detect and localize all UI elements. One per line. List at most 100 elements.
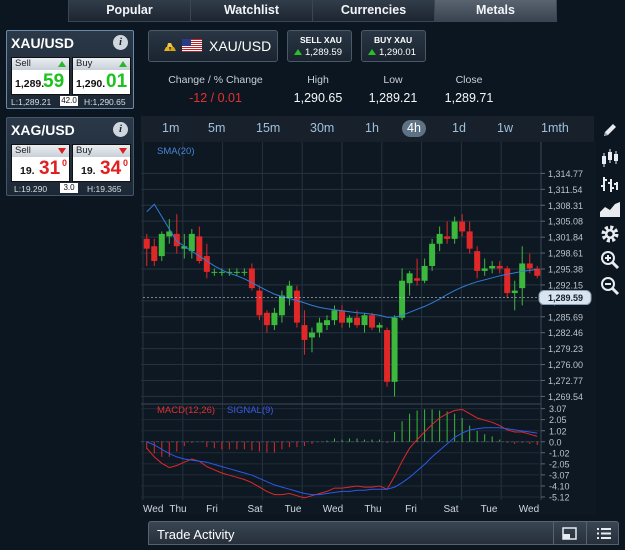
candle-body [399, 280, 406, 318]
ohlc-bars-icon[interactable] [598, 173, 622, 195]
instrument-card-xau-usd[interactable]: XAU/USD i Sell 1,289. 59 Buy 1,290. 01 L… [6, 30, 134, 109]
candle-body [293, 290, 300, 323]
price-tick-label: 1,272.77 [548, 376, 583, 386]
settings-gear-icon[interactable] [598, 223, 622, 245]
x-axis-label: Thu [364, 504, 381, 515]
macd-tick-label: -2.05 [549, 459, 570, 469]
candle-body [459, 221, 466, 232]
price-down-icon [119, 148, 127, 154]
day-low: L:1,289.21 [11, 97, 52, 107]
change-label: Change / % Change [168, 74, 263, 86]
x-axis-label: Fri [405, 504, 417, 515]
us-flag-icon [182, 39, 202, 52]
candle-body [316, 322, 323, 333]
spread-value: 3.0 [60, 183, 78, 193]
buy-price-small: 19. [81, 165, 96, 177]
x-axis-label: Thu [169, 504, 186, 515]
sell-xau-button[interactable]: SELL XAU 1,289.59 [287, 30, 352, 62]
buy-button-title: BUY XAU [374, 35, 413, 45]
price-tick-label: 1,282.46 [548, 328, 583, 338]
timeframe-30m[interactable]: 30m [310, 121, 334, 135]
candle-body [278, 295, 285, 316]
price-tick-label: 1,305.08 [548, 217, 583, 227]
candle-body [526, 263, 533, 269]
sma-label: SMA(20) [157, 146, 194, 157]
timeframe-1w[interactable]: 1w [497, 121, 513, 135]
candle-body [451, 221, 458, 239]
candle-body [429, 243, 436, 266]
tab-metals[interactable]: Metals [435, 0, 556, 21]
macd-tick-label: -4.10 [549, 481, 570, 491]
candle-body [496, 265, 503, 269]
tab-watchlist[interactable]: Watchlist [191, 0, 313, 21]
macd-tick-label: 3.07 [549, 404, 567, 414]
candle-body [339, 310, 345, 323]
symbol-selector[interactable]: XAU/USD [148, 30, 278, 62]
macd-tick-label: -3.07 [549, 470, 570, 480]
macd-tick-label: 2.05 [549, 415, 567, 425]
sell-price-box[interactable]: Sell 1,289. 59 [11, 57, 70, 95]
pencil-icon[interactable] [598, 119, 622, 141]
buy-price-box[interactable]: Buy 19. 34 0 [72, 144, 131, 182]
x-axis-label: Wed [519, 504, 539, 515]
candlestick-icon[interactable] [598, 147, 622, 169]
candle-body [233, 271, 240, 273]
macd-tick-label: 0.0 [549, 437, 562, 447]
candle-body [211, 271, 218, 273]
day-high: H:19.365 [87, 184, 122, 194]
candle-body [376, 325, 383, 328]
buy-price-big: 34 [100, 158, 122, 179]
instrument-name: XAG/USD [11, 122, 75, 138]
sell-price-pipette: 0 [62, 158, 68, 168]
x-axis-label: Sat [247, 504, 262, 515]
candle-body [188, 233, 195, 252]
timeframe-bar: 1m 5m 15m 30m 1h 4h 1d 1w 1mth [141, 116, 594, 142]
instrument-card-xag-usd[interactable]: XAG/USD i Sell 19. 31 0 Buy 19. 34 0 L:1… [6, 117, 134, 196]
candle-body [301, 325, 308, 340]
info-icon[interactable]: i [113, 122, 128, 137]
buy-price-big: 01 [106, 71, 128, 92]
sell-button-title: SELL XAU [300, 35, 342, 45]
sell-label: Sell [15, 145, 31, 156]
timeframe-1m[interactable]: 1m [162, 121, 179, 135]
list-menu-icon[interactable] [586, 522, 619, 545]
candle-body [466, 231, 473, 249]
tab-popular[interactable]: Popular [69, 0, 191, 21]
macd-label: MACD(12,26) [157, 405, 215, 416]
buy-xau-button[interactable]: BUY XAU 1,290.01 [361, 30, 426, 62]
timeframe-5m[interactable]: 5m [208, 121, 225, 135]
high-label: High [307, 74, 329, 86]
price-chart[interactable]: 1,314.77 1,311.54 1,308.31 1,305.08 1,301.84… [141, 142, 596, 515]
symbol-name: XAU/USD [209, 38, 272, 54]
timeframe-1d[interactable]: 1d [452, 121, 466, 135]
day-high: H:1,290.65 [84, 97, 126, 107]
area-chart-icon[interactable] [598, 198, 622, 220]
candle-body [436, 233, 443, 244]
timeframe-4h[interactable]: 4h [402, 120, 426, 137]
candle-body [263, 312, 270, 326]
tab-currencies[interactable]: Currencies [313, 0, 435, 21]
candle-body [241, 271, 248, 273]
timeframe-1h[interactable]: 1h [365, 121, 379, 135]
candle-body [444, 236, 451, 239]
buy-label: Buy [76, 145, 93, 156]
sell-price-small: 1,289. [15, 78, 45, 90]
low-label: Low [383, 74, 403, 86]
buy-price-box[interactable]: Buy 1,290. 01 [72, 57, 131, 95]
chart-canvas[interactable]: 1,314.77 1,311.54 1,308.31 1,305.08 1,301.84… [141, 142, 596, 515]
zoom-out-icon[interactable] [598, 275, 622, 297]
x-axis-label: Tue [481, 504, 498, 515]
price-up-icon [58, 61, 66, 67]
candle-body [331, 310, 338, 321]
sell-price-big: 59 [43, 71, 65, 92]
window-toggle-icon[interactable] [553, 522, 584, 545]
timeframe-15m[interactable]: 15m [256, 121, 280, 135]
trade-activity-panel[interactable]: Trade Activity [148, 521, 619, 545]
timeframe-1mth[interactable]: 1mth [541, 121, 569, 135]
info-icon[interactable]: i [113, 35, 128, 50]
sell-price-box[interactable]: Sell 19. 31 0 [11, 144, 70, 182]
price-tick-label: 1,301.84 [548, 233, 583, 243]
sell-price-big: 31 [39, 158, 61, 179]
zoom-in-icon[interactable] [598, 249, 622, 271]
candle-body [203, 256, 210, 272]
